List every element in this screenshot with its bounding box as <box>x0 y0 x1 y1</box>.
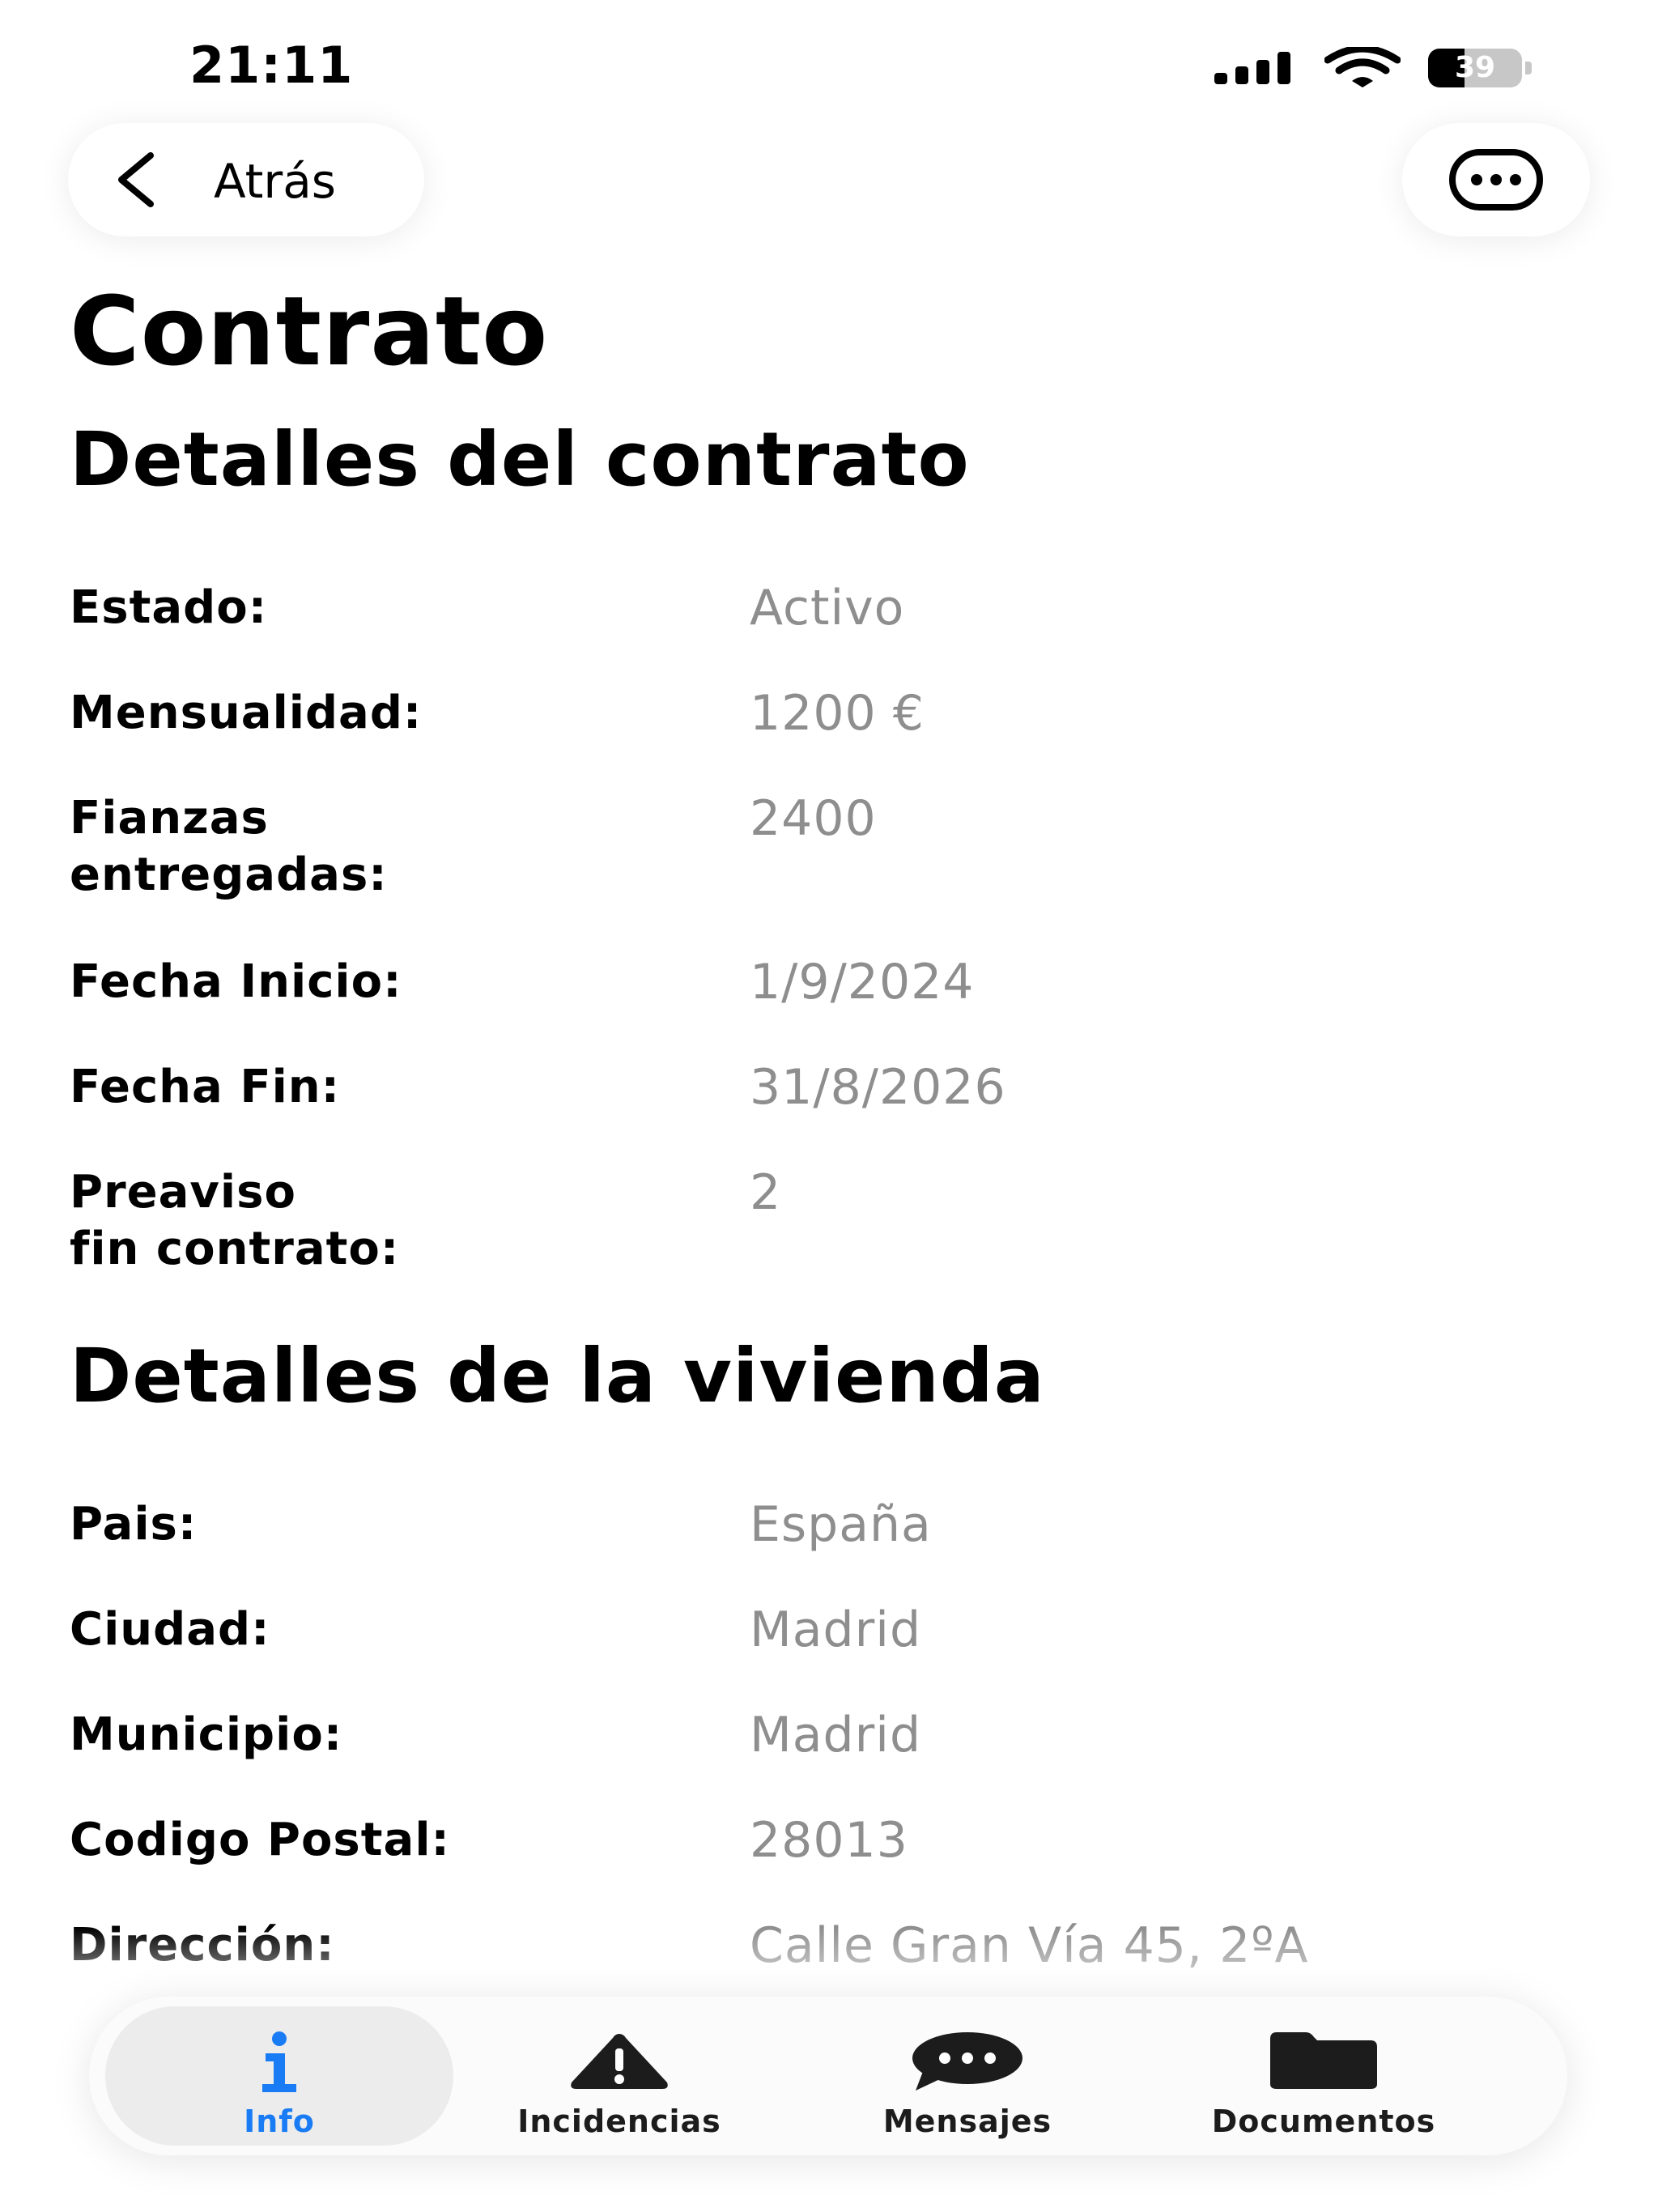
wifi-icon <box>1324 47 1401 87</box>
warning-icon <box>571 2034 668 2089</box>
row-label: Fecha Inicio: <box>70 955 402 1008</box>
tab-mensajes[interactable]: Mensajes <box>793 2006 1141 2146</box>
row-value: 2400 <box>750 790 877 847</box>
ellipsis-circle-icon <box>1449 149 1543 211</box>
more-options-button[interactable] <box>1402 123 1590 236</box>
battery-percentage: 39 <box>1454 51 1496 84</box>
row-value: Madrid <box>750 1602 922 1658</box>
row-label: Ciudad: <box>70 1603 270 1656</box>
tab-incidencias[interactable]: Incidencias <box>445 2006 793 2146</box>
row-label: Fecha Fin: <box>70 1061 341 1113</box>
row-value: 2 <box>750 1164 782 1221</box>
tab-documentos[interactable]: Documentos <box>1150 2006 1498 2146</box>
battery-icon: 39 <box>1428 49 1532 87</box>
info-icon <box>262 2031 296 2092</box>
row-value: 31/8/2026 <box>750 1059 1006 1116</box>
folder-icon <box>1270 2032 1377 2089</box>
tab-label: Info <box>244 2104 315 2139</box>
row-label: Municipio: <box>70 1708 343 1761</box>
contract-section-title: Detalles del contrato <box>70 416 970 503</box>
row-value: 1200 € <box>750 685 925 742</box>
tab-label: Incidencias <box>517 2104 721 2139</box>
tab-label: Documentos <box>1211 2104 1436 2139</box>
row-label: Preaviso fin contrato: <box>70 1166 400 1275</box>
tab-label: Mensajes <box>882 2104 1052 2139</box>
row-label: Fianzas entregadas: <box>70 792 388 901</box>
tab-bar: Info Incidencias Mensajes Documentos <box>89 1997 1567 2155</box>
row-value: 28013 <box>750 1812 908 1869</box>
cellular-signal-icon <box>1214 52 1295 84</box>
back-button[interactable]: Atrás <box>68 123 424 236</box>
row-value: Activo <box>750 580 905 636</box>
tab-info[interactable]: Info <box>105 2006 453 2146</box>
row-label: Estado: <box>70 581 268 634</box>
chevron-left-icon <box>118 152 154 207</box>
row-value: 1/9/2024 <box>750 954 975 1010</box>
back-label: Atrás <box>214 154 337 209</box>
row-value: España <box>750 1496 932 1553</box>
row-label: Pais: <box>70 1498 198 1551</box>
row-value: Madrid <box>750 1707 922 1763</box>
status-time: 21:11 <box>189 36 354 95</box>
home-section-title: Detalles de la vivienda <box>70 1333 1045 1419</box>
row-label: Codigo Postal: <box>70 1814 450 1866</box>
message-bubble-icon <box>912 2032 1022 2091</box>
page-title: Contrato <box>70 275 549 387</box>
row-label: Mensualidad: <box>70 687 423 739</box>
status-bar: 21:11 39 <box>0 0 1658 121</box>
